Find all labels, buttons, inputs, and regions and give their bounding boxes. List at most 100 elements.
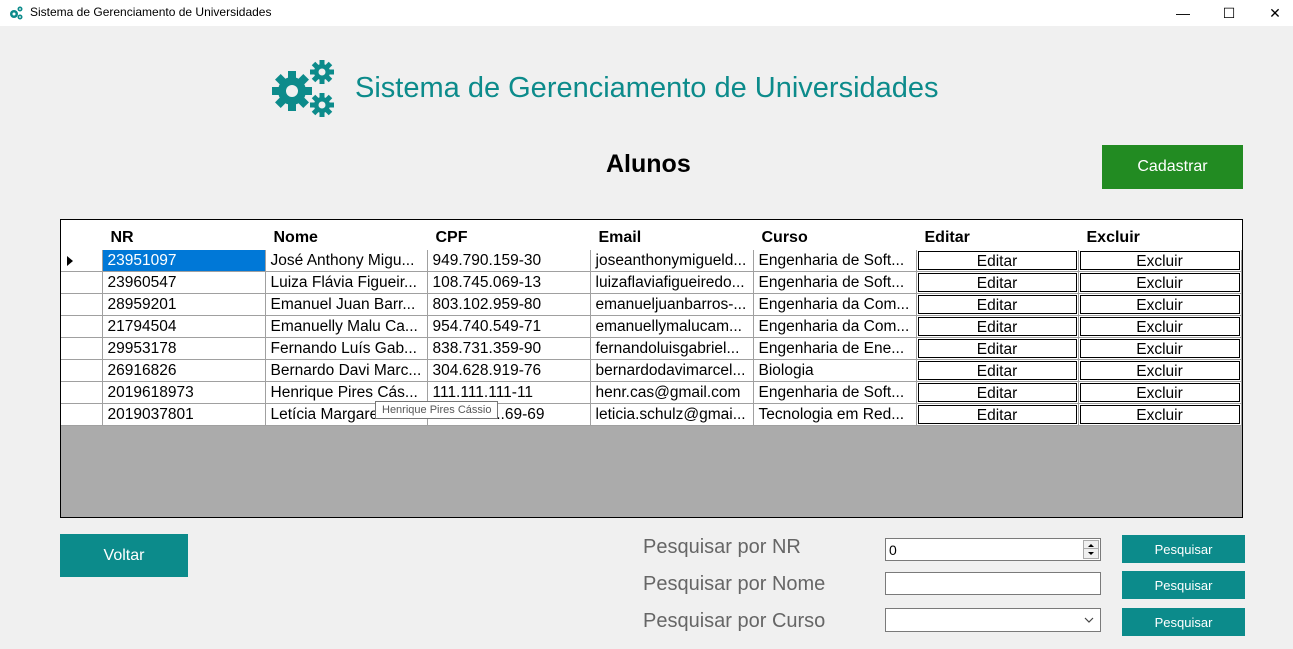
close-button[interactable]: ✕ [1252,0,1293,26]
cell-curso[interactable]: Engenharia da Com... [753,315,917,338]
column-header-email[interactable]: Email [590,220,754,250]
row-header[interactable] [61,250,103,272]
cell-nome[interactable]: Bernardo Davi Marc... [265,359,428,382]
nr-stepper-down[interactable] [1083,548,1099,559]
column-header-cpf[interactable]: CPF [427,220,591,250]
cell-nome[interactable]: Emanuel Juan Barr... [265,293,428,316]
table-row[interactable]: 23960547 Luiza Flávia Figueir... 108.745… [61,271,1242,294]
editar-button[interactable]: Editar [917,295,1077,314]
cadastrar-button[interactable]: Cadastrar [1102,145,1243,189]
excluir-button[interactable]: Excluir [1079,295,1240,314]
cell-email[interactable]: fernandoluisgabriel... [590,337,754,360]
cell-nr[interactable]: 2019618973 [102,381,266,404]
excluir-button[interactable]: Excluir [1079,405,1240,424]
gears-icon [272,60,334,117]
table-row[interactable]: 2019618973 Henrique Pires Cás... 111.111… [61,381,1242,404]
row-header[interactable] [61,271,103,294]
app-title: Sistema de Gerenciamento de Universidade… [355,72,939,104]
column-header-curso[interactable]: Curso [753,220,917,250]
column-header-nr[interactable]: NR [102,220,266,250]
cell-nr[interactable]: 29953178 [102,337,266,360]
cell-curso[interactable]: Tecnologia em Red... [753,403,917,426]
table-row[interactable]: 23951097 José Anthony Migu... 949.790.15… [61,250,1242,272]
search-nome-button[interactable]: Pesquisar [1122,571,1245,599]
voltar-button[interactable]: Voltar [60,534,188,577]
maximize-button[interactable]: ☐ [1206,0,1252,26]
excluir-button[interactable]: Excluir [1079,361,1240,380]
curso-select[interactable] [885,608,1101,632]
cell-cpf[interactable]: 304.628.919-76 [427,359,591,382]
chevron-down-icon [1084,617,1094,623]
editar-button[interactable]: Editar [917,251,1077,270]
table-row[interactable]: 21794504 Emanuelly Malu Ca... 954.740.54… [61,315,1242,338]
cell-nome[interactable]: Emanuelly Malu Ca... [265,315,428,338]
editar-button[interactable]: Editar [917,317,1077,336]
cell-cpf[interactable]: 108.745.069-13 [427,271,591,294]
cell-cpf[interactable]: 803.102.959-80 [427,293,591,316]
row-header[interactable] [61,403,103,426]
cell-curso[interactable]: Engenharia de Ene... [753,337,917,360]
cell-email[interactable]: emanueljuanbarros-... [590,293,754,316]
cell-curso[interactable]: Engenharia de Soft... [753,250,917,272]
search-nr-label: Pesquisar por NR [643,536,801,558]
cell-email[interactable]: joseanthonymigueld... [590,250,754,272]
table-row[interactable]: 2019037801 Letícia Margare... ...69-69 l… [61,403,1242,426]
cell-nr[interactable]: 23951097 [102,250,266,272]
row-header[interactable] [61,337,103,360]
excluir-button[interactable]: Excluir [1079,273,1240,292]
current-row-arrow-icon [67,256,73,266]
cell-nr[interactable]: 2019037801 [102,403,266,426]
cell-nome[interactable]: Fernando Luís Gab... [265,337,428,360]
chevron-down-icon [1088,552,1094,555]
students-table: NR Nome CPF Email Curso Editar Excluir 2… [61,220,1242,426]
editar-button[interactable]: Editar [917,273,1077,292]
row-header[interactable] [61,293,103,316]
cell-nr[interactable]: 21794504 [102,315,266,338]
cell-nr[interactable]: 28959201 [102,293,266,316]
minimize-button[interactable]: — [1160,0,1206,26]
students-grid[interactable]: NR Nome CPF Email Curso Editar Excluir 2… [60,219,1243,518]
excluir-button[interactable]: Excluir [1079,317,1240,336]
editar-button[interactable]: Editar [917,361,1077,380]
cell-email[interactable]: emanuellymalucam... [590,315,754,338]
row-header[interactable] [61,381,103,404]
cell-cpf[interactable]: 949.790.159-30 [427,250,591,272]
nome-search-input[interactable] [885,572,1101,595]
editar-button[interactable]: Editar [917,405,1077,424]
table-row[interactable]: 28959201 Emanuel Juan Barr... 803.102.95… [61,293,1242,316]
search-curso-button[interactable]: Pesquisar [1122,608,1245,636]
row-header[interactable] [61,359,103,382]
nr-numeric-input[interactable]: 0 [885,538,1101,561]
editar-button[interactable]: Editar [917,339,1077,358]
window-title: Sistema de Gerenciamento de Universidade… [30,5,272,19]
excluir-button[interactable]: Excluir [1079,251,1240,270]
editar-button[interactable]: Editar [917,383,1077,402]
cell-email[interactable]: luizaflaviafigueiredo... [590,271,754,294]
cell-email[interactable]: bernardodavimarcel... [590,359,754,382]
excluir-button[interactable]: Excluir [1079,339,1240,358]
cell-curso[interactable]: Biologia [753,359,917,382]
cell-nome[interactable]: José Anthony Migu... [265,250,428,272]
search-nr-button[interactable]: Pesquisar [1122,535,1245,563]
cell-cpf[interactable]: 838.731.359-90 [427,337,591,360]
cell-email[interactable]: henr.cas@gmail.com [590,381,754,404]
table-row[interactable]: 29953178 Fernando Luís Gab... 838.731.35… [61,337,1242,360]
table-row[interactable]: 26916826 Bernardo Davi Marc... 304.628.9… [61,359,1242,382]
column-header-nome[interactable]: Nome [265,220,428,250]
cell-email[interactable]: leticia.schulz@gmai... [590,403,754,426]
nr-input-value: 0 [889,542,897,558]
excluir-button[interactable]: Excluir [1079,383,1240,402]
column-header-excluir[interactable]: Excluir [1078,220,1242,250]
search-nome-label: Pesquisar por Nome [643,573,826,595]
cell-curso[interactable]: Engenharia da Com... [753,293,917,316]
column-header-editar[interactable]: Editar [916,220,1079,250]
cell-curso[interactable]: Engenharia de Soft... [753,381,917,404]
window-titlebar: Sistema de Gerenciamento de Universidade… [0,0,1293,26]
cell-curso[interactable]: Engenharia de Soft... [753,271,917,294]
cell-nr[interactable]: 23960547 [102,271,266,294]
row-header[interactable] [61,315,103,338]
cell-tooltip: Henrique Pires Cássio [375,401,499,419]
cell-nr[interactable]: 26916826 [102,359,266,382]
cell-nome[interactable]: Luiza Flávia Figueir... [265,271,428,294]
cell-cpf[interactable]: 954.740.549-71 [427,315,591,338]
